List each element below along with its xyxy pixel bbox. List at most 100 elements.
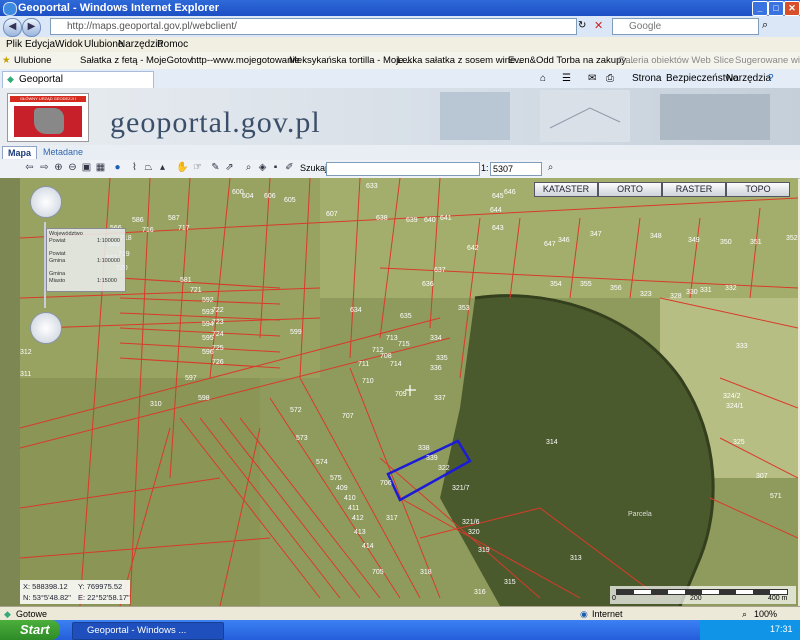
print-icon[interactable]: ⎙ — [606, 73, 614, 84]
menu-file[interactable]: Plik — [6, 39, 22, 50]
parcel-number: 414 — [362, 543, 374, 550]
layer-topo-button[interactable]: TOPO — [726, 182, 790, 197]
select-icon[interactable]: ☞ — [192, 162, 203, 174]
edit-icon[interactable]: ✎ — [210, 162, 221, 174]
find-icon[interactable]: ⌕ — [243, 162, 254, 174]
favorite-link[interactable]: Meksykańska tortilla - Moje... — [289, 55, 411, 66]
map-view[interactable]: 5865875665695635815925935945955965975985… — [20, 178, 798, 606]
start-button[interactable]: Start — [0, 620, 60, 640]
parcel-number: 333 — [736, 343, 748, 350]
logo-text: GŁÓWNY URZĄD GEODEZJI I KARTOGRAFII — [10, 96, 86, 102]
minimize-button[interactable]: _ — [752, 1, 768, 16]
parcel-number: 645 — [492, 193, 504, 200]
parcel-number: 607 — [326, 211, 338, 218]
search-input[interactable]: Google — [612, 18, 759, 35]
parcel-number: 633 — [366, 183, 378, 190]
help-icon[interactable]: ? — [768, 73, 774, 84]
favorite-link[interactable]: Lekka sałatka z sosem wine... — [397, 55, 523, 66]
pan-left-icon[interactable]: ⇦ — [24, 162, 35, 174]
maximize-button[interactable]: □ — [768, 1, 784, 16]
parcel-number: 318 — [420, 569, 432, 576]
measure-line-icon[interactable]: ⌇ — [129, 162, 140, 174]
star-icon[interactable]: ★ — [2, 55, 11, 66]
menu-view[interactable]: Widok — [55, 39, 83, 50]
banner-decoration — [440, 90, 770, 142]
zoom-control[interactable] — [30, 312, 62, 344]
poland-map-icon — [34, 108, 64, 134]
search-icon[interactable]: ⌕ — [762, 19, 768, 32]
ie-icon — [3, 2, 17, 16]
refresh-icon[interactable]: ↻ — [578, 20, 586, 31]
scale-prefix: 1: — [481, 163, 489, 173]
zoom-level[interactable]: 100% — [754, 609, 777, 619]
layer-raster-button[interactable]: RASTER — [662, 182, 726, 197]
favorite-link[interactable]: http--www.mojegotowanie — [191, 55, 300, 66]
site-name: geoportal.gov.pl — [110, 106, 321, 139]
parcel-number: 321/6 — [462, 519, 480, 526]
parcel-number: 634 — [350, 307, 362, 314]
mail-icon[interactable]: ✉ — [588, 73, 596, 84]
pan-right-icon[interactable]: ⇨ — [39, 162, 50, 174]
home-icon[interactable]: ⌂ — [540, 73, 546, 84]
zoom-in-icon[interactable]: ⊕ — [53, 162, 64, 174]
stop-icon[interactable]: ✕ — [594, 19, 603, 32]
pencil-icon[interactable]: ✐ — [284, 162, 295, 174]
hand-icon[interactable]: ✋ — [176, 162, 188, 174]
gugik-logo[interactable]: GŁÓWNY URZĄD GEODEZJI I KARTOGRAFII — [7, 93, 89, 142]
forest-label: Parcela — [628, 511, 652, 518]
parcel-number: 708 — [380, 353, 392, 360]
parcel-number: 349 — [688, 237, 700, 244]
close-button[interactable]: ✕ — [784, 1, 800, 16]
parcel-number: 312 — [20, 349, 32, 356]
favorite-link[interactable]: Sałatka z fetą - MojeGotov... — [80, 55, 199, 66]
scale-input[interactable]: 5307 — [490, 162, 542, 176]
taskbar-item[interactable]: Geoportal - Windows ... — [72, 622, 224, 640]
info-icon[interactable]: ● — [112, 162, 123, 174]
parcel-number: 605 — [284, 197, 296, 204]
favorite-link[interactable]: Even&Odd Torba na zakupy... — [508, 55, 633, 66]
export-icon[interactable]: ⇗ — [224, 162, 235, 174]
tools-menu[interactable]: Narzędzia — [726, 73, 771, 84]
menu-edit[interactable]: Edycja — [25, 39, 55, 50]
parcel-number: 348 — [650, 233, 662, 240]
zoom-box-icon[interactable]: ▣ — [81, 162, 92, 174]
parcel-number: 717 — [178, 225, 190, 232]
taskbar-item-label: Geoportal - Windows ... — [87, 625, 187, 636]
coord-y: Y: 769975.52 — [78, 582, 123, 591]
parcel-number: 637 — [434, 267, 446, 274]
browser-tab[interactable]: ◆ Geoportal — [2, 71, 154, 88]
favorites-button[interactable]: Ulubione — [14, 55, 52, 66]
menu-help[interactable]: Pomoc — [157, 39, 188, 50]
save-icon[interactable]: ▪ — [270, 162, 281, 174]
measure-area-icon[interactable]: ⏢ — [143, 162, 154, 174]
parcel-number: 352 — [786, 235, 798, 242]
favorite-link[interactable]: Galeria obiektów Web Slice — [618, 55, 734, 66]
parcel-number: 644 — [490, 207, 502, 214]
cadastral-map[interactable]: 5865875665695635815925935945955965975985… — [20, 178, 798, 606]
zoom-icon[interactable]: ⌕ — [742, 609, 747, 620]
location-search-input[interactable] — [326, 162, 480, 176]
tab-metadata[interactable]: Metadane — [38, 146, 88, 158]
parcel-number: 587 — [168, 215, 180, 222]
pan-control[interactable] — [30, 186, 62, 218]
forward-button[interactable]: ▶ — [22, 18, 41, 37]
fill-icon[interactable]: ◈ — [257, 162, 268, 174]
tab-map[interactable]: Mapa — [2, 146, 38, 159]
profile-icon[interactable]: ▴ — [157, 162, 168, 174]
feeds-icon[interactable]: ☰ — [562, 73, 571, 84]
parcel-number: 313 — [570, 555, 582, 562]
favorites-bar: ★ Ulubione Sałatka z fetą - MojeGotov...… — [0, 52, 800, 70]
scale-go-icon[interactable]: ⌕ — [545, 162, 556, 174]
page-menu[interactable]: Strona — [632, 73, 661, 84]
parcel-number: 324/1 — [726, 403, 744, 410]
zoom-out-icon[interactable]: ⊖ — [67, 162, 78, 174]
layer-orto-button[interactable]: ORTO — [598, 182, 662, 197]
back-button[interactable]: ◀ — [3, 18, 22, 37]
parcel-number: 635 — [400, 313, 412, 320]
parcel-number: 325 — [733, 439, 745, 446]
layer-kataster-button[interactable]: KATASTER — [534, 182, 598, 197]
full-extent-icon[interactable]: ▦ — [95, 162, 106, 174]
parcel-number: 647 — [544, 241, 556, 248]
address-bar[interactable]: http://maps.geoportal.gov.pl/webclient/ — [50, 18, 577, 35]
favorite-link[interactable]: Sugerowane witryny — [735, 55, 800, 66]
